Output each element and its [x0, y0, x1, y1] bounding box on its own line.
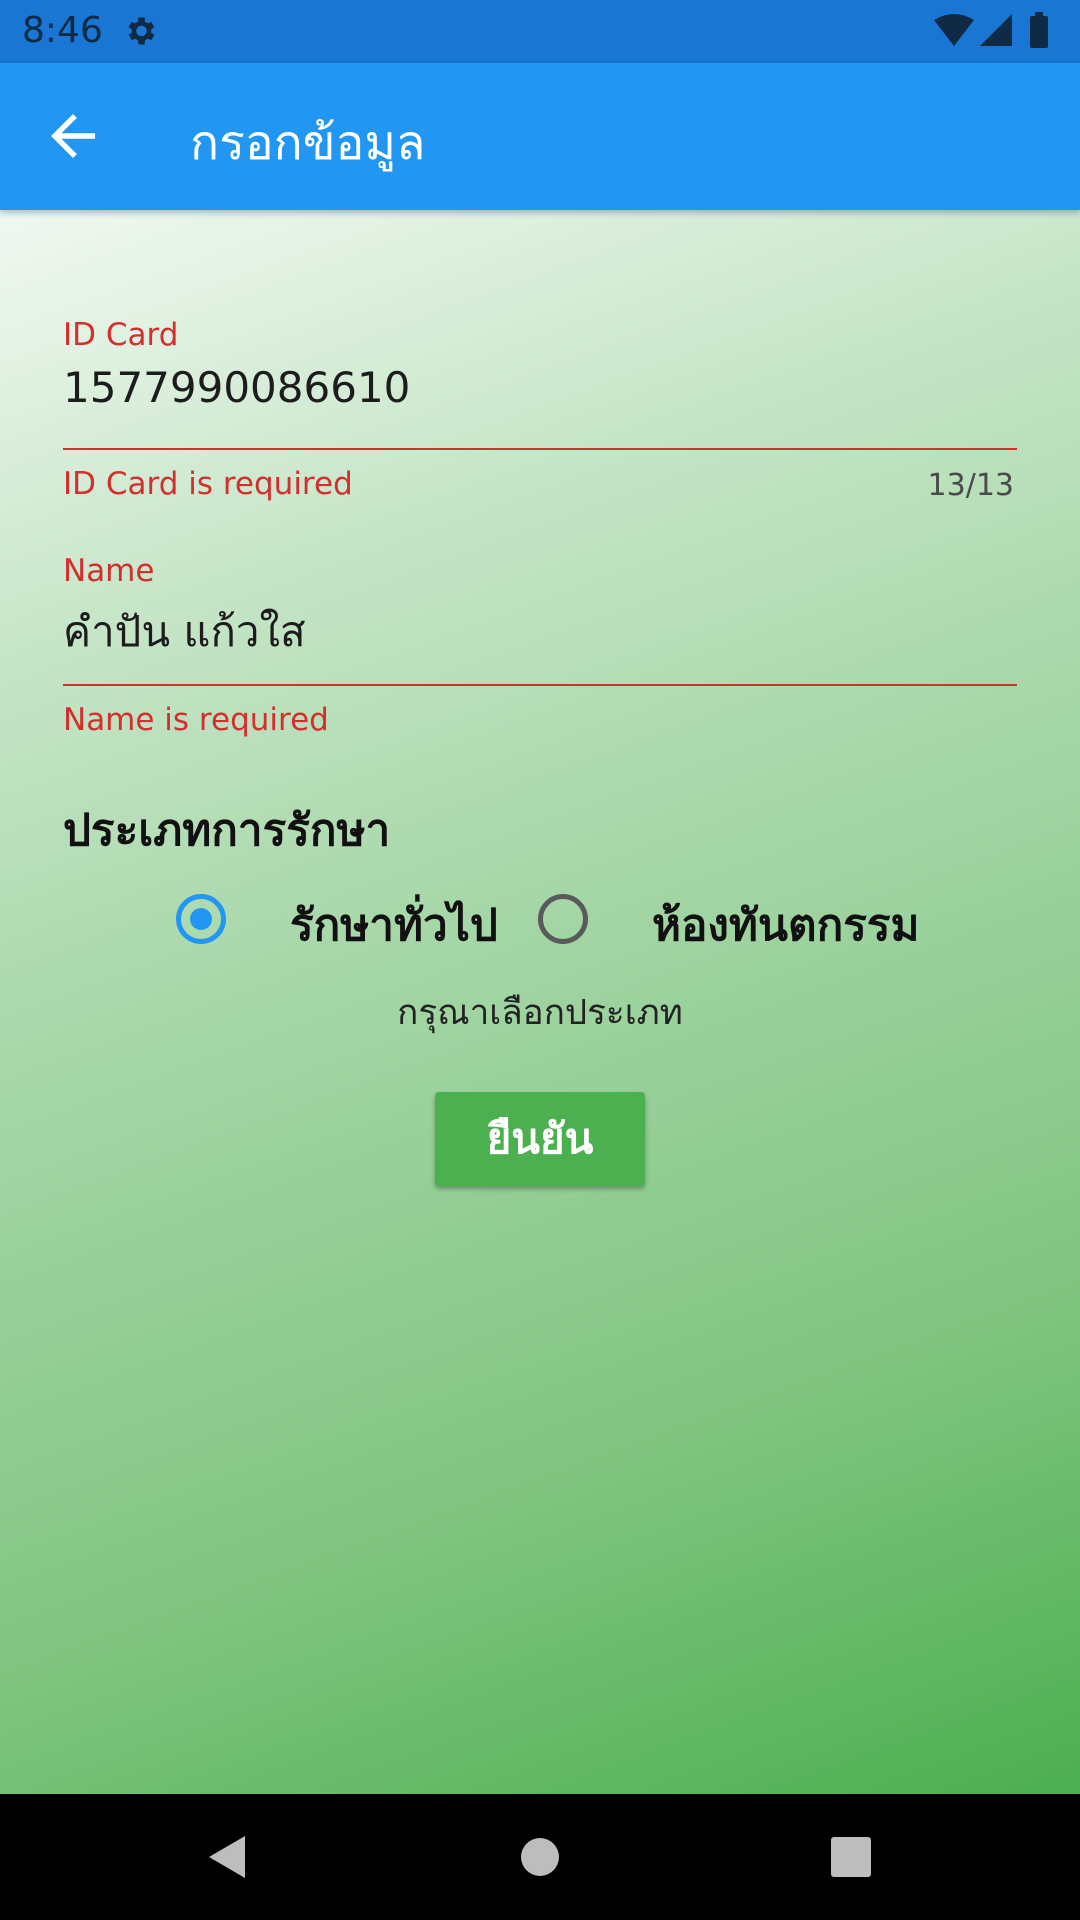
name-field[interactable]: Name คำปัน แก้วใส — [63, 543, 1017, 703]
id-card-underline — [63, 448, 1017, 450]
confirm-button[interactable]: ยืนยัน — [435, 1092, 645, 1186]
name-label: Name — [63, 553, 155, 589]
nav-home-icon[interactable] — [521, 1838, 559, 1876]
settings-gear-icon — [128, 17, 155, 45]
name-underline — [63, 684, 1017, 686]
treatment-title: ประเภทการรักษา — [63, 805, 391, 856]
nav-back-icon[interactable] — [205, 1834, 249, 1880]
arrow-back-icon[interactable] — [40, 103, 106, 169]
id-card-field[interactable]: ID Card 1577990086610 — [63, 307, 1017, 467]
id-card-label: ID Card — [63, 317, 179, 353]
battery-icon — [1030, 16, 1048, 48]
treatment-hint: กรุณาเลือกประเภท — [397, 993, 683, 1033]
id-card-error: ID Card is required — [63, 466, 353, 502]
status-bar: 8:46 — [0, 0, 1080, 63]
radio-general[interactable] — [176, 894, 226, 944]
id-card-input[interactable]: 1577990086610 — [63, 363, 410, 412]
radio-general-label[interactable]: รักษาทั่วไป — [290, 890, 498, 960]
wifi-icon — [934, 14, 974, 46]
radio-dental[interactable] — [538, 894, 588, 944]
nav-bar — [0, 1794, 1080, 1920]
status-icons — [934, 12, 1048, 48]
page-title: กรอกข้อมูล — [190, 115, 426, 171]
signal-icon — [980, 14, 1012, 46]
id-card-counter: 13/13 — [927, 468, 1014, 503]
radio-dental-label[interactable]: ห้องทันตกรรม — [652, 890, 919, 960]
name-error: Name is required — [63, 702, 329, 738]
nav-recents-icon[interactable] — [831, 1837, 871, 1877]
form-content: ID Card 1577990086610 ID Card is require… — [0, 210, 1080, 1794]
status-time: 8:46 — [22, 10, 103, 51]
app-bar: กรอกข้อมูล — [0, 63, 1080, 210]
name-input[interactable]: คำปัน แก้วใส — [63, 599, 306, 665]
